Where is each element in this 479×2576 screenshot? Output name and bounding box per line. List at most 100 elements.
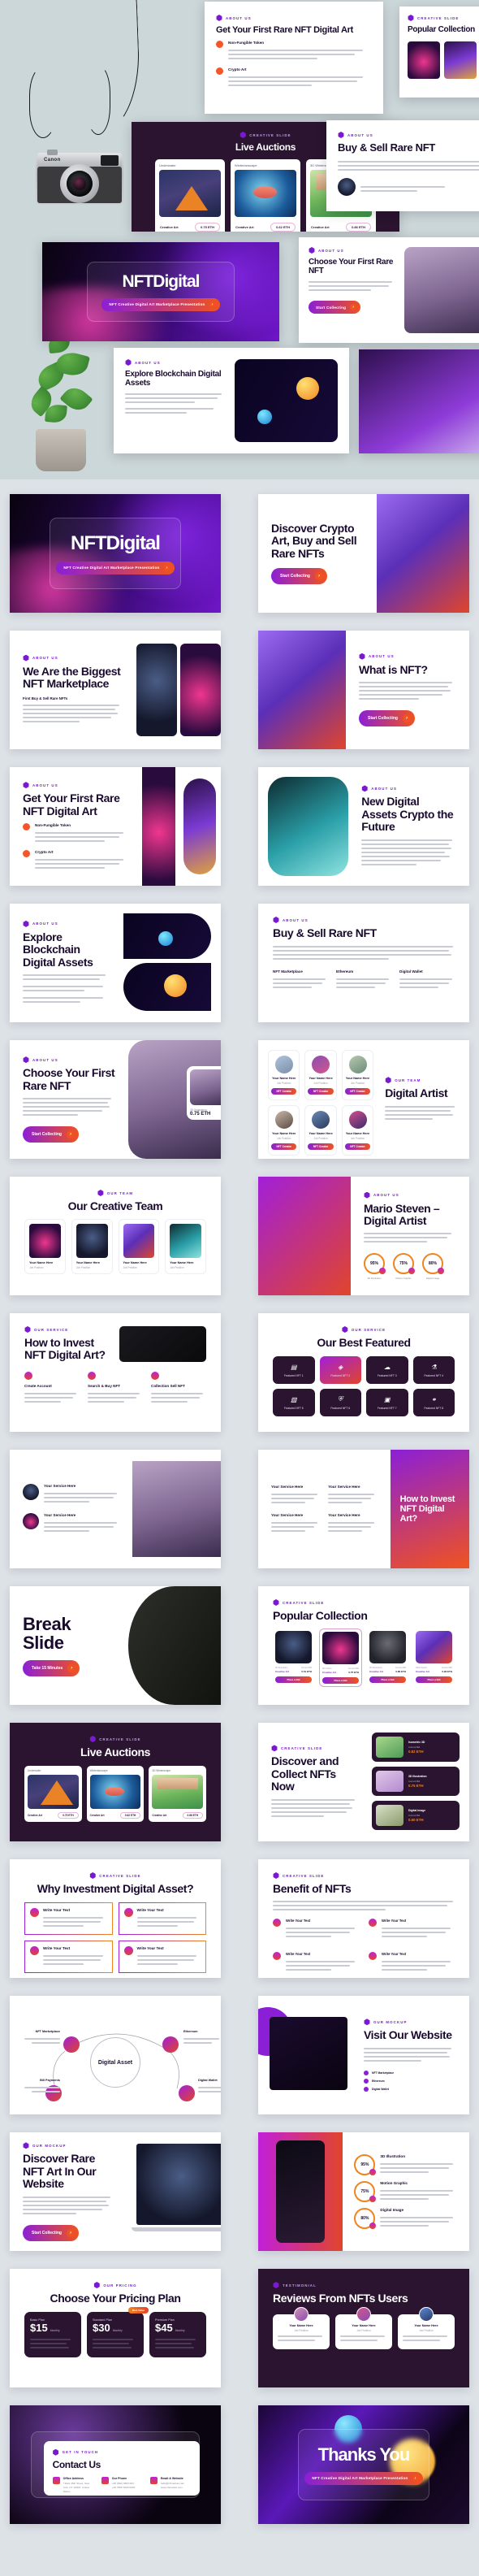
slide-discover-rare-art[interactable]: OUR MOCKUP Discover Rare NFT Art In Our … [10,2132,221,2251]
slide-artist-profile[interactable]: ABOUT US Mario Steven – Digital Artist 9… [258,1177,469,1295]
nft-artwork [275,1631,312,1664]
lock-icon [369,1952,377,1961]
slide-explore-blockchain[interactable]: ABOUT US Explore Blockchain Digital Asse… [10,904,221,1022]
start-collecting-button[interactable]: Start Collecting › [359,710,415,727]
team-card[interactable]: Your Name Here Job Position NFT Creator [341,1050,374,1100]
slide-visit-website[interactable]: OUR MOCKUP Visit Our Website NFT Marketp… [258,1996,469,2114]
nft-creator-button[interactable]: NFT Creator [344,1143,371,1150]
brand-title: NFTDigital [122,271,200,291]
slide-buy-sell-rare-nft[interactable]: ABOUT US Buy & Sell Rare NFT NFT Marketp… [258,904,469,1022]
nft-creator-button[interactable]: NFT Creator [308,1088,334,1095]
slide-live-auctions[interactable]: CREATIVE SLIDE Live Auctions Underwater … [10,1723,221,1841]
team-card[interactable]: Your Name Here Job Position [118,1219,160,1275]
slide-service-list[interactable]: Your Service Here Your Service Here [10,1450,221,1568]
collection-card[interactable]: Dark Fusion Current Bid Creative Art 0.92 … [413,1628,455,1687]
contact-card: GET IN TOUCH Contact Us Office Address 7 … [43,2440,200,2496]
eyebrow-label: CREATIVE SLIDE [249,132,291,137]
slide-how-to-invest[interactable]: OUR SERVICE How to Invest NFT Digital Ar… [10,1313,221,1432]
auction-card[interactable]: Winterlanscape Creative Art 0.62 ETH [86,1766,145,1823]
slide-phone-stats[interactable]: 95% 3D Illustration 75% Motion Graphic 8… [258,2132,469,2251]
collect-item[interactable]: 3D Illustration Current Bid 0.75 ETH [372,1767,460,1796]
nft-name: Digital Image [408,1809,426,1812]
pricing-card[interactable]: Best Value Standard Plan $30 Monthly [87,2307,149,2358]
slide-benefit-nfts[interactable]: CREATIVE SLIDE Benefit of NFTs Write You… [258,1859,469,1978]
slide-contact[interactable]: GET IN TOUCH Contact Us Office Address 7 … [10,2405,221,2524]
team-card[interactable]: Your Name Here Job Position NFT Creator [341,1105,374,1156]
featured-item[interactable]: ▣ Featured NFT 7 [366,1389,408,1417]
featured-item[interactable]: ▤ Featured NFT 1 [273,1356,315,1385]
featured-item[interactable]: ◈ Featured NFT 2 [319,1356,361,1385]
nft-creator-button[interactable]: NFT Creator [308,1143,334,1150]
slide-biggest-marketplace[interactable]: ABOUT US We Are the Biggest NFT Marketpl… [10,631,221,749]
gem-icon [273,1919,281,1928]
body-text [23,974,110,1005]
featured-item[interactable]: ⛨ Featured NFT 6 [319,1389,361,1417]
slide-title: Why Investment Digital Asset? [37,1882,194,1895]
featured-item[interactable]: ▨ Featured NFT 5 [273,1389,315,1417]
slide-first-rare-nft[interactable]: ABOUT US Get Your First Rare NFT Digital… [10,767,221,886]
collection-card[interactable]: 3D Colors Current Bid Creative Art 0.75 ET… [319,1628,362,1688]
nft-creator-button[interactable]: NFT Creator [344,1088,371,1095]
team-card[interactable]: Your Name Here Job Position NFT Creator [304,1105,337,1156]
slide-discover-collect[interactable]: CREATIVE SLIDE Discover and Collect NFTs… [258,1723,469,1841]
featured-item[interactable]: ☁ Featured NFT 3 [366,1356,408,1385]
team-card[interactable]: Your Name Here Job Position [165,1219,206,1275]
feature-item: Non-Fungible Token [216,41,372,62]
auction-card[interactable]: Underwater Creative Art 0.75 ETH [24,1766,82,1823]
slide-what-is-nft[interactable]: ABOUT US What is NFT? Start Collecting › [258,631,469,749]
nft-bid: 0.92 ETH [442,1670,452,1674]
stat-label: 3D Illustration [380,2154,406,2158]
slide-why-investment[interactable]: CREATIVE SLIDE Why Investment Digital As… [10,1859,221,1978]
nft-creator-button[interactable]: NFT Creator [271,1088,297,1095]
cta-panel[interactable]: How to Invest NFT Digital Art? [390,1450,469,1568]
mockup-about-card: ABOUT US Get Your First Rare NFT Digital… [205,2,383,114]
tagline-pill[interactable]: NFT Creative Digital Art Marketplace Pre… [304,2471,423,2485]
slide-new-digital-assets[interactable]: ABOUT US New Digital Assets Crypto the F… [258,767,469,886]
team-card[interactable]: Your Name Here Job Position NFT Creator [268,1105,300,1156]
reviewer-name: Your Name Here [414,2324,438,2328]
team-card[interactable]: Your Name Here Job Position NFT Creator [304,1050,337,1100]
slide-reviews[interactable]: TESTIMONIAL Reviews From NFTs Users Your… [258,2269,469,2387]
place-bid-button[interactable]: Place a Bid [416,1676,452,1684]
pricing-card[interactable]: Premium Plan $45 Monthly [149,2312,206,2358]
team-card[interactable]: Your Name Here Job Position NFT Creator [268,1050,300,1100]
featured-item[interactable]: ⚭ Featured NFT 8 [412,1389,455,1417]
slide-discover-crypto[interactable]: Discover Crypto Art, Buy and Sell Rare N… [258,494,469,613]
auction-card[interactable]: 3D Winterscape Creative Art 0.86 ETH [149,1766,207,1823]
collection-card[interactable]: 3D Animation Current Bid Creative Art 0.51… [273,1628,314,1687]
slide-cover[interactable]: NFTDigital NFT Creative Digital Art Mark… [10,494,221,613]
slide-digital-asset-diagram[interactable]: Digital Asset NFT Marketplace Ethereum B… [10,1996,221,2114]
slide-choose-first-rare[interactable]: ABOUT US Choose Your First Rare NFT Star… [10,1040,221,1159]
pricing-card[interactable]: Basic Plan $15 Monthly [24,2312,81,2358]
start-collecting-button[interactable]: Start Collecting › [309,301,361,314]
team-card[interactable]: Your Name Here Job Position [24,1219,66,1275]
team-card[interactable]: Your Name Here Job Position [71,1219,113,1275]
place-bid-button[interactable]: Place a Bid [369,1676,406,1684]
slide-creative-team[interactable]: OUR TEAM Our Creative Team Your Name Her… [10,1177,221,1295]
collect-item[interactable]: Digital Image Current Bid 0.50 ETH [372,1801,460,1830]
place-bid-button[interactable]: Place a Bid [275,1676,312,1684]
stat-value: 80% [360,2216,369,2221]
collect-item[interactable]: Isometric 3D Current Bid 0.82 ETH [372,1733,460,1762]
slide-break[interactable]: Break Slide Take 15 Minutes › [10,1586,221,1705]
start-collecting-button[interactable]: Start Collecting › [271,568,327,585]
featured-item[interactable]: ⚗ Featured NFT 4 [412,1356,455,1385]
eyebrow-label: ABOUT US [369,654,395,659]
slide-popular-collection[interactable]: CREATIVE SLIDE Popular Collection 3D Ani… [258,1586,469,1705]
start-collecting-button[interactable]: Start Collecting › [23,2224,79,2241]
slide-thanks[interactable]: Thanks You NFT Creative Digital Art Mark… [258,2405,469,2524]
body-text [23,2196,115,2217]
step-icon [24,1372,32,1380]
place-bid-button[interactable]: Place a Bid [322,1677,359,1685]
nft-creator-button[interactable]: NFT Creator [271,1143,297,1150]
diamond-icon: ◈ [338,1363,343,1371]
collection-card[interactable]: 3D Illustration Current Bid Creative Art 0… [367,1628,408,1687]
slide-best-featured[interactable]: OUR SERVICE Our Best Featured ▤ Featured … [258,1313,469,1432]
slide-service-grid-cta[interactable]: Your Service Here Your Service Here Your… [258,1450,469,1568]
take-minutes-button[interactable]: Take 15 Minutes › [23,1660,80,1677]
review-card: Your Name Here Job Position [273,2307,330,2350]
tagline-pill[interactable]: NFT Creative Digital Art Marketplace Pre… [56,561,175,575]
start-collecting-button[interactable]: Start Collecting › [23,1125,79,1143]
slide-digital-artist-team[interactable]: Your Name Here Job Position NFT Creator … [258,1040,469,1159]
slide-pricing[interactable]: OUR PRICING Choose Your Pricing Plan Bas… [10,2269,221,2387]
